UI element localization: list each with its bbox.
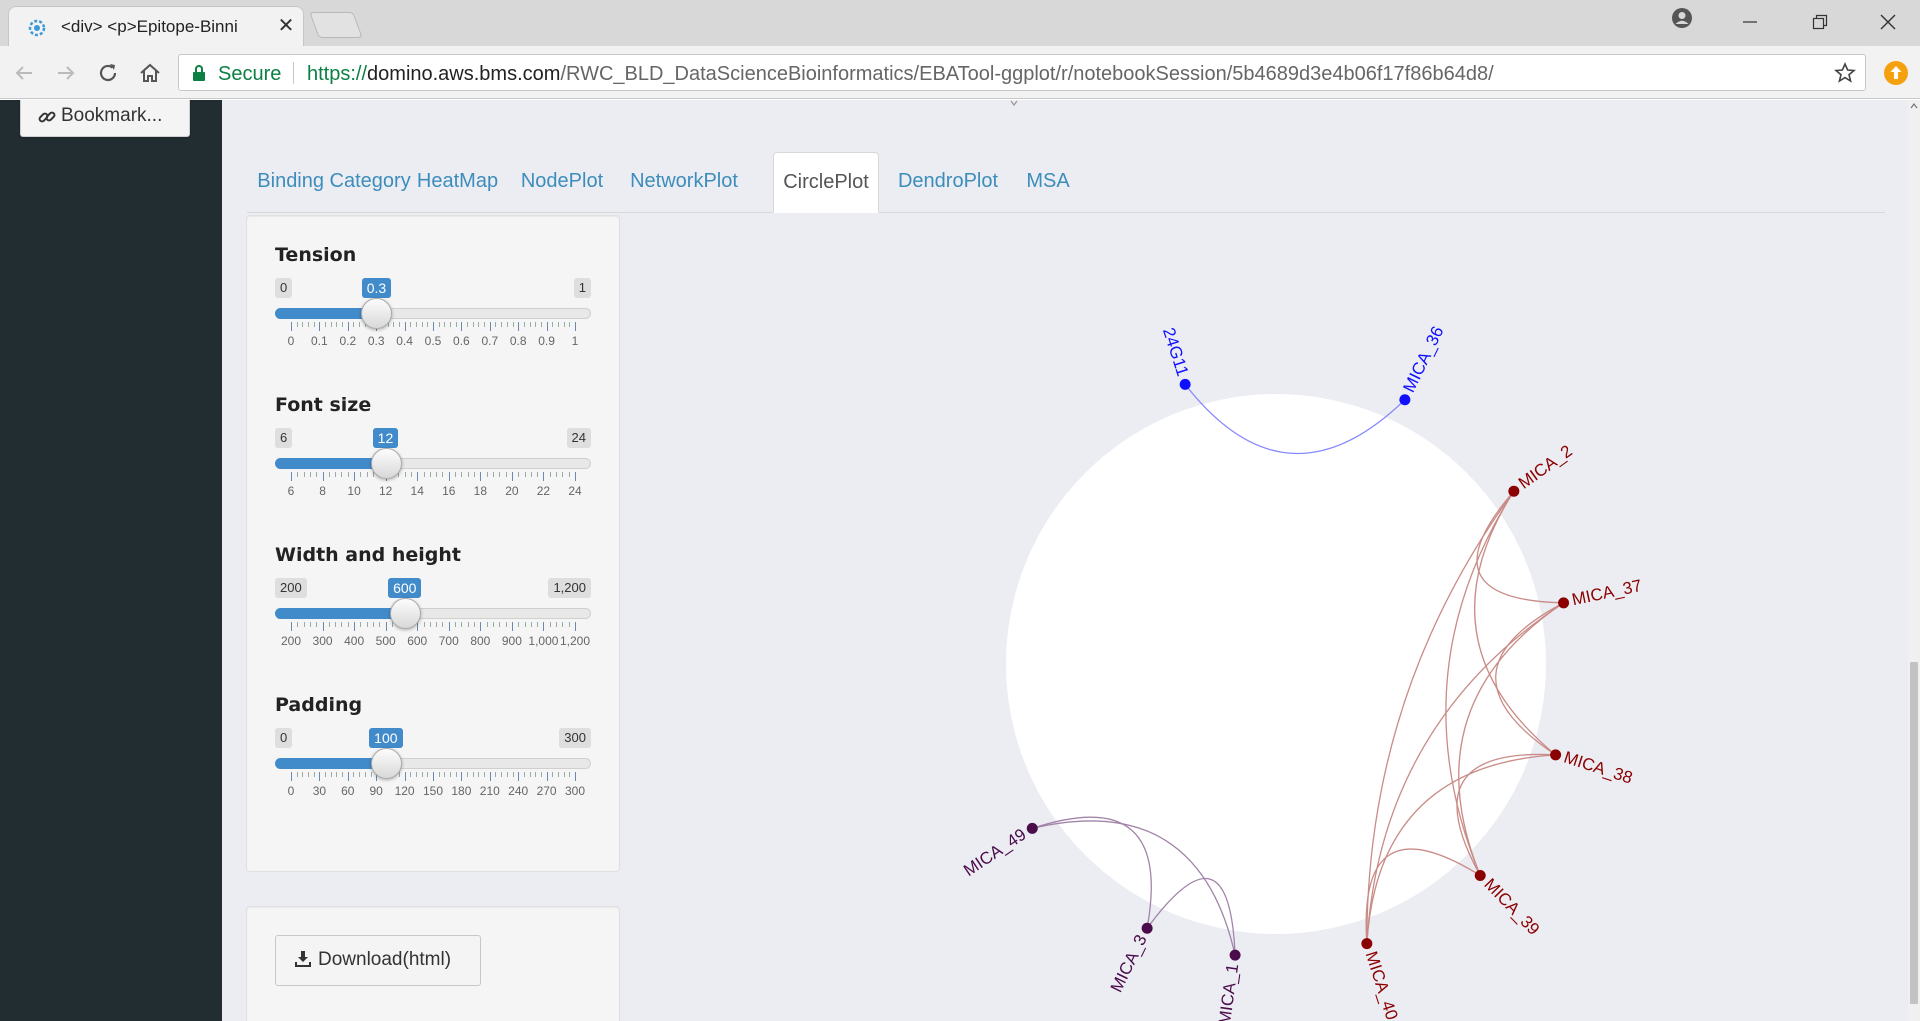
browser-tab[interactable]: <div> <p>Epitope-Binni ✕ — [8, 6, 304, 46]
plot-node[interactable] — [1361, 938, 1373, 950]
plot-node-label: MICA_1 — [1215, 963, 1242, 1021]
account-icon[interactable] — [1662, 4, 1702, 40]
plot-node[interactable] — [1474, 869, 1486, 881]
reload-icon[interactable] — [94, 59, 122, 87]
domino-favicon-icon — [28, 19, 46, 37]
plot-node-label: MICA_36 — [1399, 323, 1447, 395]
url-path: /RWC_BLD_DataScienceBioinformatics/EBATo… — [560, 63, 1494, 85]
plot-node[interactable] — [1399, 394, 1411, 406]
plot-node-label: 24G11 — [1159, 325, 1192, 378]
restore-icon[interactable] — [1800, 4, 1840, 40]
secure-label: Secure — [218, 63, 282, 85]
browser-titlebar: <div> <p>Epitope-Binni ✕ — [0, 0, 1920, 46]
plot-node[interactable] — [1179, 378, 1191, 390]
forward-arrow-icon[interactable] — [52, 59, 80, 87]
plot-node[interactable] — [1558, 597, 1570, 609]
plot-node-label: MICA_49 — [960, 825, 1029, 880]
plot-node[interactable] — [1229, 949, 1241, 961]
page-scrollbar[interactable] — [1908, 100, 1920, 1021]
browser-tab-title: <div> <p>Epitope-Binni — [61, 17, 238, 36]
url-text[interactable]: https://domino.aws.bms.com/RWC_BLD_DataS… — [307, 63, 1494, 86]
plot-node[interactable] — [1508, 485, 1520, 497]
update-icon[interactable] — [1882, 59, 1910, 87]
bookmark-star-icon[interactable] — [1833, 61, 1857, 85]
plot-node-label: MICA_2 — [1515, 441, 1576, 492]
minimize-icon[interactable] — [1730, 4, 1770, 40]
plot-node[interactable] — [1026, 822, 1038, 834]
back-arrow-icon[interactable] — [10, 59, 38, 87]
plot-circle-background — [1006, 394, 1546, 934]
address-bar[interactable]: Secure https://domino.aws.bms.com/RWC_BL… — [178, 54, 1866, 91]
app-page: Bookmark... Binding Category HeatMap NodeP… — [0, 100, 1920, 1021]
browser-toolbar: Secure https://domino.aws.bms.com/RWC_BL… — [0, 46, 1920, 99]
plot-node[interactable] — [1141, 922, 1153, 934]
url-scheme: https:// — [307, 63, 368, 85]
scrollbar-thumb[interactable] — [1910, 662, 1918, 1004]
plot-node-label: MICA_37 — [1570, 576, 1643, 609]
home-icon[interactable] — [136, 59, 164, 87]
plot-node-label: MICA_39 — [1480, 875, 1543, 939]
plot-node-label: MICA_40 — [1362, 949, 1402, 1021]
url-host: domino.aws.bms.com — [367, 63, 561, 85]
scroll-up-icon[interactable] — [1910, 102, 1918, 110]
plot-node-label: MICA_3 — [1107, 932, 1151, 996]
lock-icon — [193, 65, 205, 81]
plot-node[interactable] — [1550, 749, 1562, 761]
new-tab-button[interactable] — [309, 12, 363, 38]
plot-node-label: MICA_38 — [1562, 748, 1635, 788]
window-close-icon[interactable] — [1868, 4, 1908, 40]
tab-close-icon[interactable]: ✕ — [275, 14, 297, 38]
circle-plot: MICA_36 24G11 MICA_2 MICA_37 MICA_38 MICA_39 M… — [960, 323, 1643, 1021]
omnibox-divider — [293, 62, 294, 84]
